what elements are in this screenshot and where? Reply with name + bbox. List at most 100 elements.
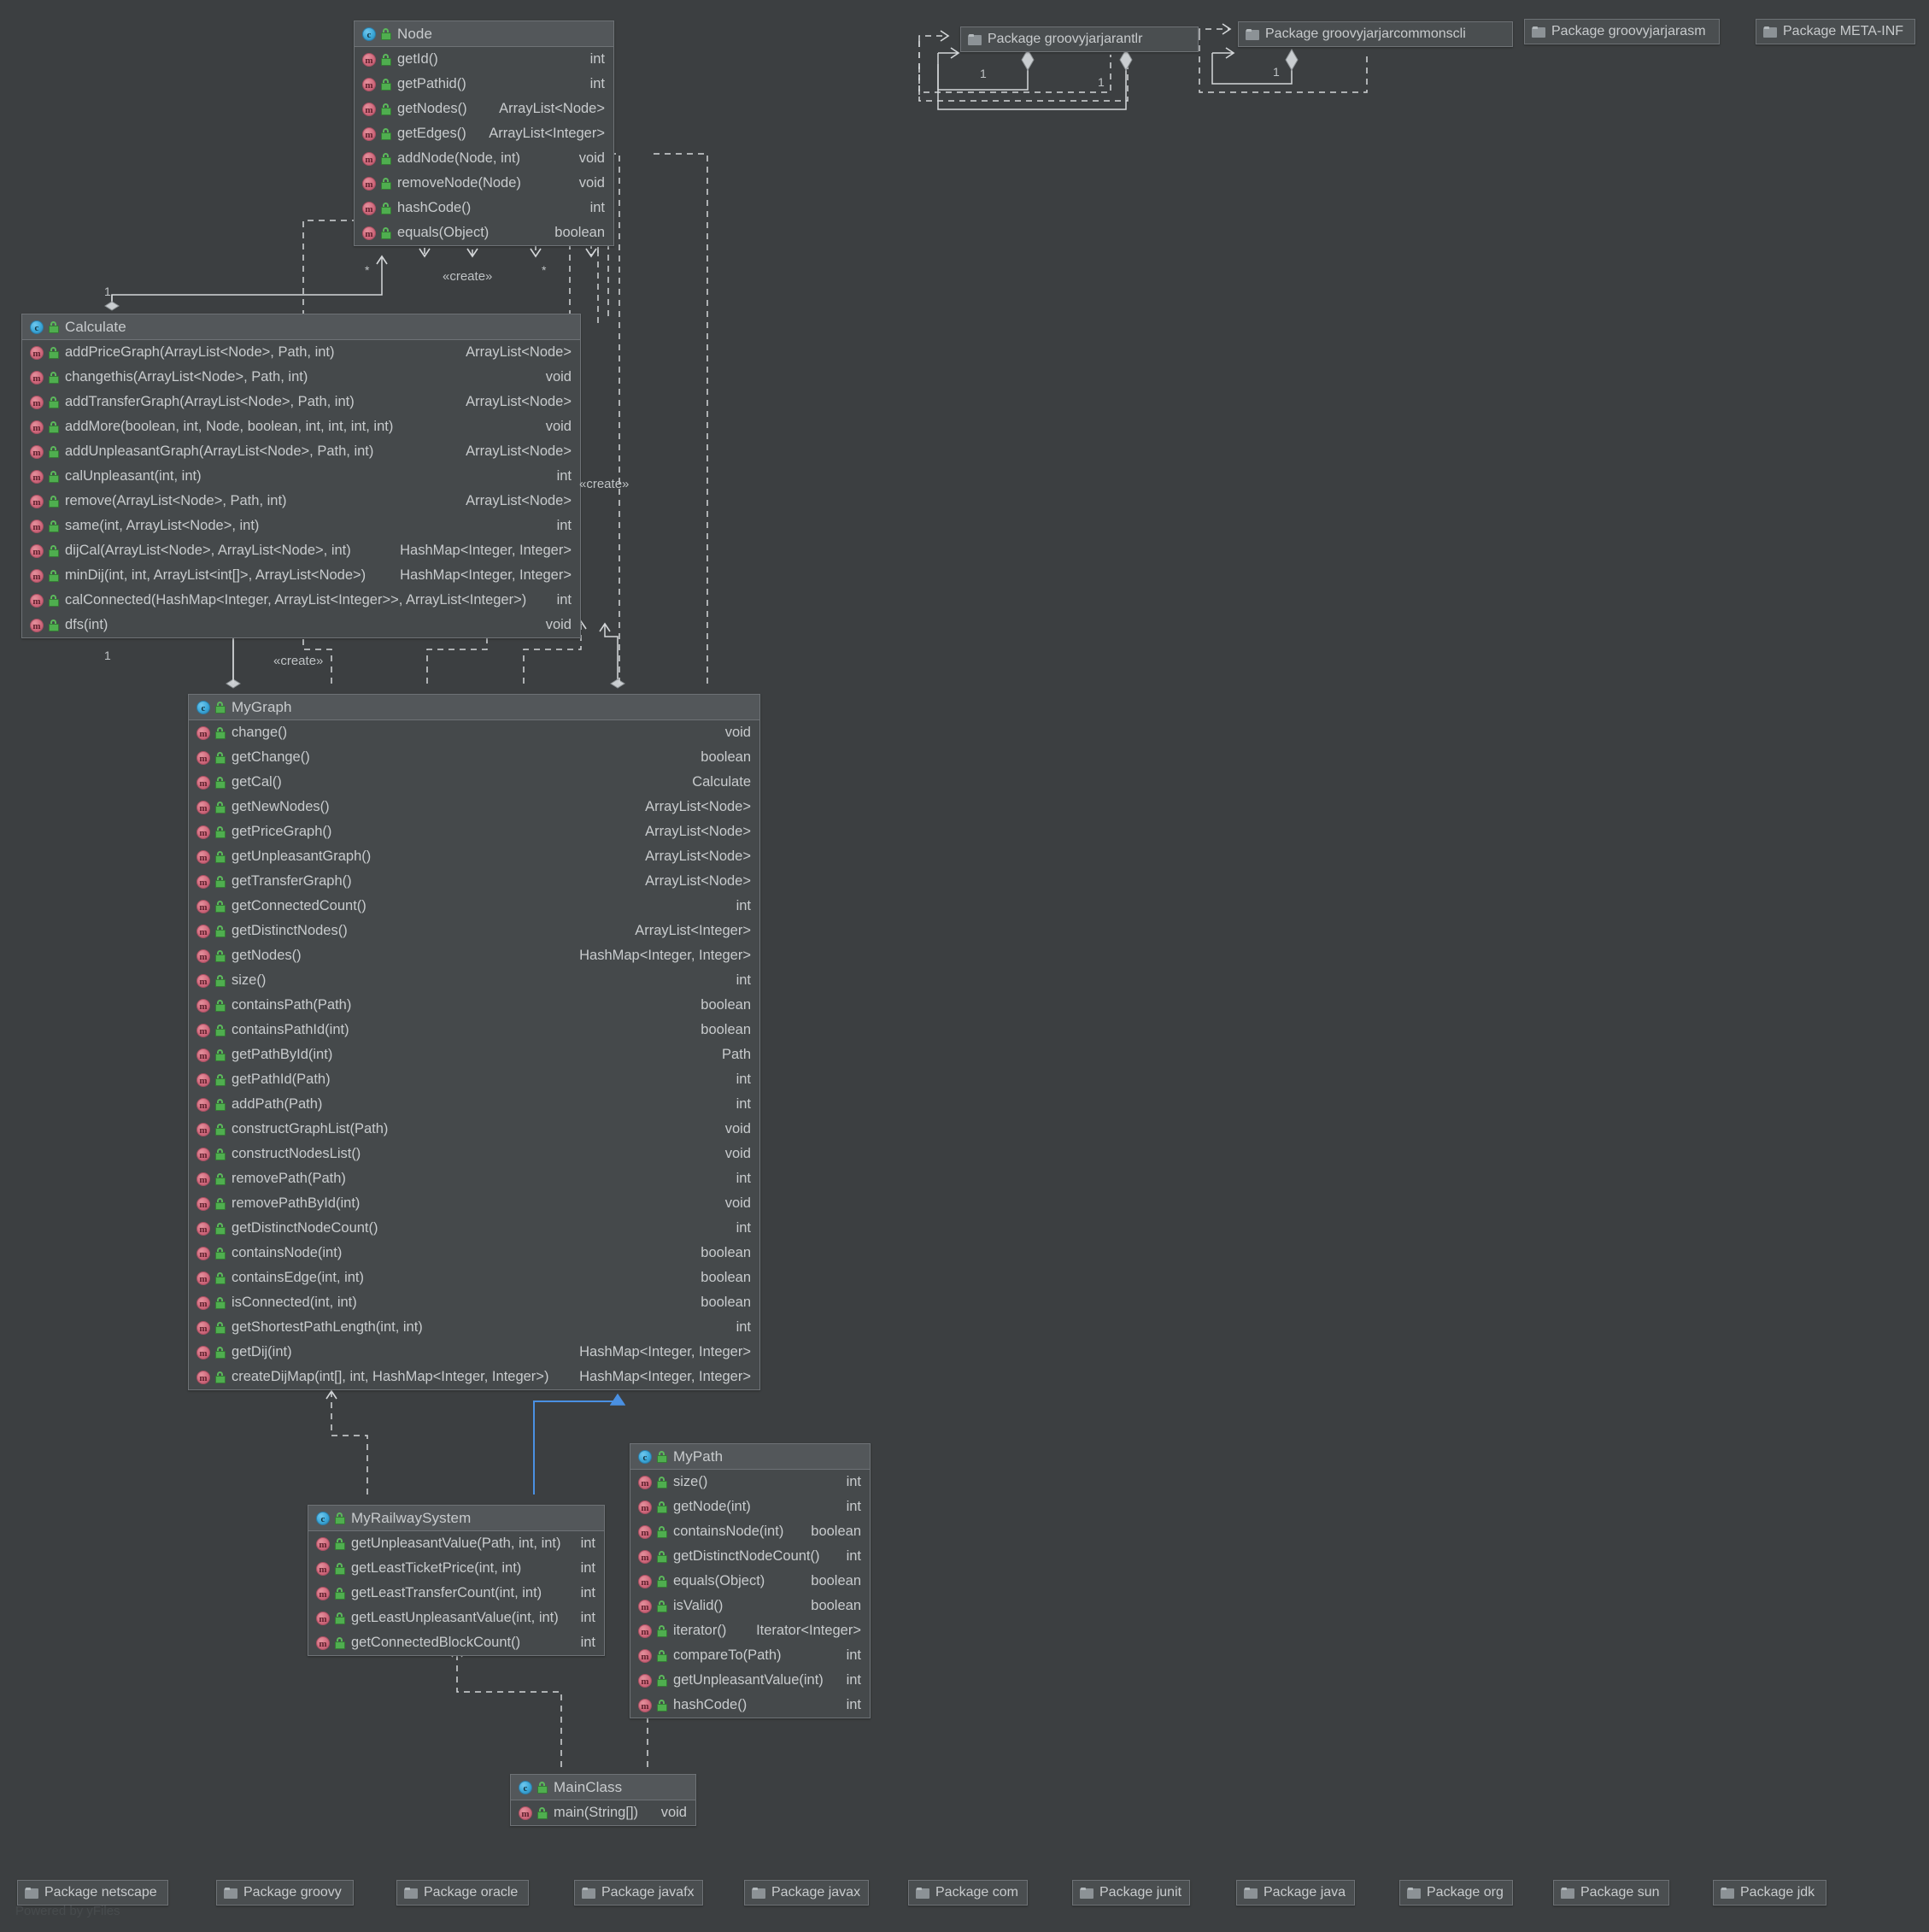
class-header[interactable]: c MainClass [511, 1775, 695, 1800]
method-row[interactable]: m getLeastUnpleasantValue(int, int) int [308, 1606, 604, 1630]
method-row[interactable]: m isValid() boolean [630, 1594, 870, 1618]
package-node[interactable]: Package sun [1553, 1880, 1669, 1906]
class-header[interactable]: c MyGraph [189, 695, 759, 720]
method-row[interactable]: m getPathid() int [355, 72, 613, 97]
method-return-type: int [556, 592, 572, 608]
method-row[interactable]: m getShortestPathLength(int, int) int [189, 1315, 759, 1340]
method-row[interactable]: m getPriceGraph() ArrayList<Node> [189, 819, 759, 844]
method-row[interactable]: m calConnected(HashMap<Integer, ArrayList… [22, 588, 580, 613]
method-row[interactable]: m removeNode(Node) void [355, 171, 613, 196]
package-label: Package jdk [1740, 1885, 1815, 1900]
method-row[interactable]: m getNodes() ArrayList<Node> [355, 97, 613, 121]
method-row[interactable]: m size() int [189, 968, 759, 993]
package-node[interactable]: Package javax [744, 1880, 869, 1906]
method-return-type: ArrayList<Node> [645, 849, 751, 864]
method-row[interactable]: m getUnpleasantGraph() ArrayList<Node> [189, 844, 759, 869]
method-row[interactable]: m compareTo(Path) int [630, 1643, 870, 1668]
method-row[interactable]: m getConnectedBlockCount() int [308, 1630, 604, 1655]
method-row[interactable]: m equals(Object) boolean [630, 1569, 870, 1594]
method-row[interactable]: m removePathById(int) void [189, 1191, 759, 1216]
method-row[interactable]: m getPathId(Path) int [189, 1067, 759, 1092]
method-row[interactable]: m getUnpleasantValue(int) int [630, 1668, 870, 1693]
method-row[interactable]: m getDistinctNodeCount() int [189, 1216, 759, 1241]
method-row[interactable]: m change() void [189, 720, 759, 745]
method-icon: m [30, 444, 44, 459]
method-row[interactable]: m getDij(int) HashMap<Integer, Integer> [189, 1340, 759, 1365]
method-row[interactable]: m isConnected(int, int) boolean [189, 1290, 759, 1315]
package-node[interactable]: Package java [1236, 1880, 1355, 1906]
method-row[interactable]: m getLeastTransferCount(int, int) int [308, 1581, 604, 1606]
package-node[interactable]: Package jdk [1713, 1880, 1826, 1906]
method-row[interactable]: m minDij(int, int, ArrayList<int[]>, Arra… [22, 563, 580, 588]
method-row[interactable]: m getDistinctNodes() ArrayList<Integer> [189, 919, 759, 943]
method-row[interactable]: m getLeastTicketPrice(int, int) int [308, 1556, 604, 1581]
method-row[interactable]: m containsPath(Path) boolean [189, 993, 759, 1018]
uml-class-mainclass[interactable]: c MainClass m main(String[]) void [510, 1774, 696, 1826]
method-row[interactable]: m removePath(Path) int [189, 1166, 759, 1191]
method-row[interactable]: m getEdges() ArrayList<Integer> [355, 121, 613, 146]
package-node[interactable]: Package groovy [216, 1880, 354, 1906]
uml-class-node[interactable]: c Node m getId() int m getPathid() int m getNodes… [354, 21, 614, 246]
package-node[interactable]: Package netscape [17, 1880, 168, 1906]
method-row[interactable]: m containsPathId(int) boolean [189, 1018, 759, 1042]
method-row[interactable]: m addTransferGraph(ArrayList<Node>, Path,… [22, 390, 580, 414]
method-row[interactable]: m getNode(int) int [630, 1495, 870, 1519]
class-header[interactable]: c Node [355, 21, 613, 47]
method-row[interactable]: m same(int, ArrayList<Node>, int) int [22, 514, 580, 538]
method-row[interactable]: m iterator() Iterator<Integer> [630, 1618, 870, 1643]
method-row[interactable]: m hashCode() int [630, 1693, 870, 1718]
class-header[interactable]: c MyPath [630, 1444, 870, 1470]
method-row[interactable]: m getConnectedCount() int [189, 894, 759, 919]
package-node[interactable]: Package javafx [574, 1880, 703, 1906]
package-label: Package javax [771, 1885, 861, 1900]
package-node[interactable]: Package groovyjarjarasm [1524, 19, 1720, 44]
method-row[interactable]: m constructGraphList(Path) void [189, 1117, 759, 1142]
method-row[interactable]: m getChange() boolean [189, 745, 759, 770]
folder-icon [1763, 26, 1777, 38]
method-row[interactable]: m containsNode(int) boolean [189, 1241, 759, 1265]
class-header[interactable]: c Calculate [22, 314, 580, 340]
method-signature: addUnpleasantGraph(ArrayList<Node>, Path… [65, 443, 374, 459]
method-row[interactable]: m containsEdge(int, int) boolean [189, 1265, 759, 1290]
method-row[interactable]: m remove(ArrayList<Node>, Path, int) Array… [22, 489, 580, 514]
public-lock-icon [215, 1222, 226, 1235]
method-return-type: ArrayList<Node> [499, 101, 605, 116]
method-row[interactable]: m addPriceGraph(ArrayList<Node>, Path, in… [22, 340, 580, 365]
package-node[interactable]: Package groovyjarjarantlr [960, 26, 1199, 52]
method-row[interactable]: m addUnpleasantGraph(ArrayList<Node>, Pat… [22, 439, 580, 464]
method-row[interactable]: m hashCode() int [355, 196, 613, 220]
package-node[interactable]: Package META-INF [1756, 19, 1915, 44]
class-header[interactable]: c MyRailwaySystem [308, 1506, 604, 1531]
uml-class-calculate[interactable]: c Calculate m addPriceGraph(ArrayList<Node>… [21, 314, 581, 638]
method-row[interactable]: m addPath(Path) int [189, 1092, 759, 1117]
method-row[interactable]: m getDistinctNodeCount() int [630, 1544, 870, 1569]
method-row[interactable]: m dijCal(ArrayList<Node>, ArrayList<Node>… [22, 538, 580, 563]
method-row[interactable]: m getPathById(int) Path [189, 1042, 759, 1067]
uml-class-mypath[interactable]: c MyPath m size() int m getNode(int) int m contai… [630, 1443, 871, 1718]
method-row[interactable]: m addNode(Node, int) void [355, 146, 613, 171]
method-row[interactable]: m constructNodesList() void [189, 1142, 759, 1166]
uml-class-myrailwaysystem[interactable]: c MyRailwaySystem m getUnpleasantValue(Path… [308, 1505, 605, 1656]
method-row[interactable]: m getNewNodes() ArrayList<Node> [189, 795, 759, 819]
method-row[interactable]: m main(String[]) void [511, 1800, 695, 1825]
package-node[interactable]: Package groovyjarjarcommonscli [1238, 21, 1513, 47]
method-row[interactable]: m getCal() Calculate [189, 770, 759, 795]
method-row[interactable]: m getTransferGraph() ArrayList<Node> [189, 869, 759, 894]
package-node[interactable]: Package org [1399, 1880, 1513, 1906]
method-row[interactable]: m addMore(boolean, int, Node, boolean, in… [22, 414, 580, 439]
package-node[interactable]: Package com [908, 1880, 1028, 1906]
method-row[interactable]: m size() int [630, 1470, 870, 1495]
method-row[interactable]: m createDijMap(int[], int, HashMap<Intege… [189, 1365, 759, 1389]
uml-class-mygraph[interactable]: c MyGraph m change() void m getChange() boolean… [188, 694, 760, 1390]
method-row[interactable]: m getNodes() HashMap<Integer, Integer> [189, 943, 759, 968]
method-return-type: ArrayList<Node> [645, 824, 751, 839]
method-row[interactable]: m changethis(ArrayList<Node>, Path, int) v… [22, 365, 580, 390]
method-row[interactable]: m calUnpleasant(int, int) int [22, 464, 580, 489]
package-node[interactable]: Package oracle [396, 1880, 529, 1906]
method-row[interactable]: m containsNode(int) boolean [630, 1519, 870, 1544]
method-row[interactable]: m getUnpleasantValue(Path, int, int) int [308, 1531, 604, 1556]
method-row[interactable]: m dfs(int) void [22, 613, 580, 637]
method-row[interactable]: m equals(Object) boolean [355, 220, 613, 245]
package-node[interactable]: Package junit [1072, 1880, 1190, 1906]
method-row[interactable]: m getId() int [355, 47, 613, 72]
